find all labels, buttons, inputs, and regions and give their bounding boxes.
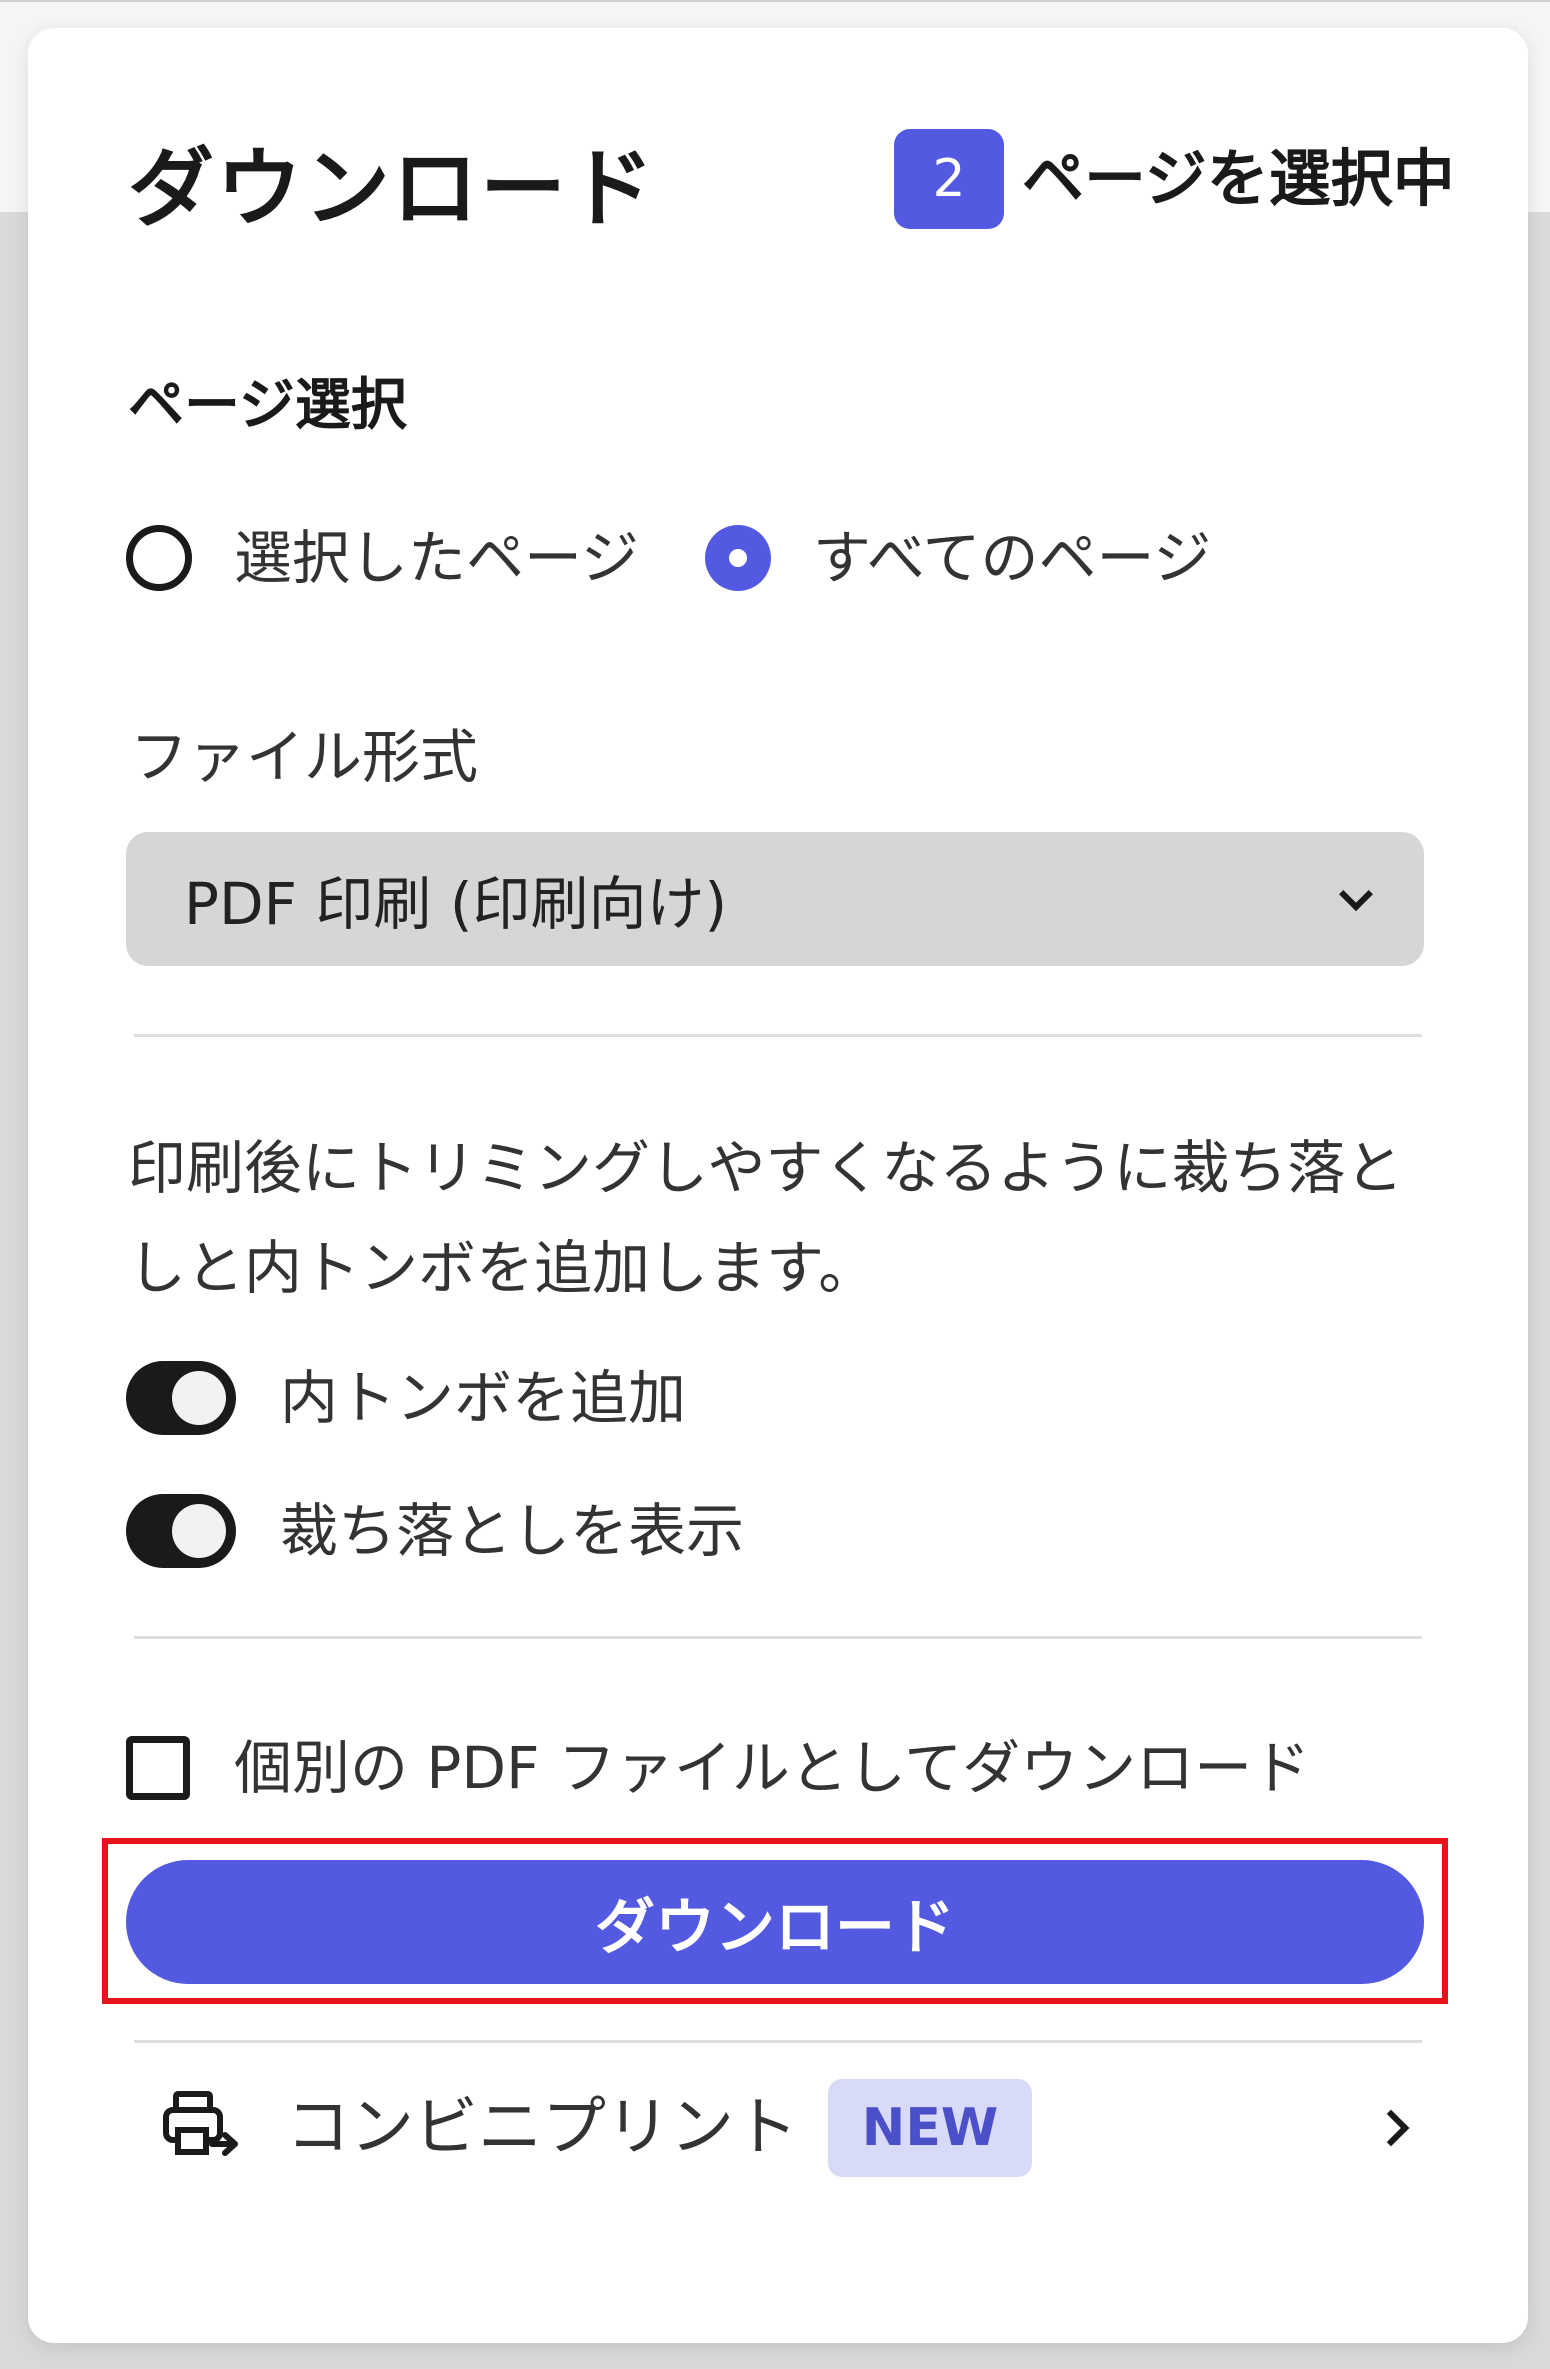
download-panel: ダウンロード 2 ページを選択中 ページ選択 選択したページ すべてのページ フ… — [28, 28, 1528, 2343]
page-selection-label: ページ選択 — [128, 373, 407, 438]
radio-checked-dot — [728, 549, 747, 567]
format-description: 印刷後にトリミングしやすくなるように裁ち落としと内トンボを追加します。 — [128, 1134, 1404, 1302]
toggle-row-crop-marks: 内トンボを追加 — [126, 1358, 686, 1438]
file-format-value: PDF 印刷 (印刷向け) — [184, 870, 728, 938]
radio-all-pages[interactable] — [704, 525, 771, 591]
bleed-toggle-label[interactable]: 裁ち落としを表示 — [280, 1502, 744, 1560]
printer-transfer-icon — [163, 2091, 238, 2156]
separate-files-row: 個別の PDF ファイルとしてダウンロード — [126, 1728, 1310, 1808]
crop-marks-toggle-label[interactable]: 内トンボを追加 — [280, 1369, 686, 1427]
file-format-select[interactable]: PDF 印刷 (印刷向け) — [126, 832, 1424, 966]
separate-files-checkbox[interactable] — [126, 1736, 190, 1800]
selected-count-badge: 2 — [894, 129, 1004, 229]
bleed-toggle[interactable] — [126, 1494, 236, 1568]
radio-all-pages-label[interactable]: すべてのページ — [813, 529, 1211, 587]
toggle-row-bleed: 裁ち落としを表示 — [126, 1491, 744, 1571]
page-selection-radio-group: 選択したページ すべてのページ — [126, 518, 1211, 598]
crop-marks-toggle[interactable] — [126, 1361, 236, 1435]
chevron-right-icon — [1372, 2109, 1410, 2147]
chevron-down-icon — [1339, 877, 1373, 912]
download-button[interactable]: ダウンロード — [126, 1860, 1424, 1984]
selected-pages-text: ページを選択中 — [1022, 142, 1455, 215]
panel-title: ダウンロード — [128, 139, 656, 239]
new-badge: NEW — [828, 2079, 1032, 2177]
divider — [134, 1636, 1422, 1639]
convenience-print-label: コンビニプリント — [286, 2091, 798, 2165]
divider — [134, 2040, 1422, 2043]
radio-selected-pages-label[interactable]: 選択したページ — [234, 529, 639, 587]
separate-files-label[interactable]: 個別の PDF ファイルとしてダウンロード — [234, 1739, 1310, 1797]
convenience-print-row[interactable]: コンビニプリント NEW — [134, 2068, 1424, 2188]
divider — [134, 1034, 1422, 1037]
toggle-knob — [172, 1371, 226, 1425]
file-format-label: ファイル形式 — [130, 723, 479, 791]
radio-selected-pages[interactable] — [126, 525, 192, 591]
toggle-knob — [172, 1504, 226, 1558]
